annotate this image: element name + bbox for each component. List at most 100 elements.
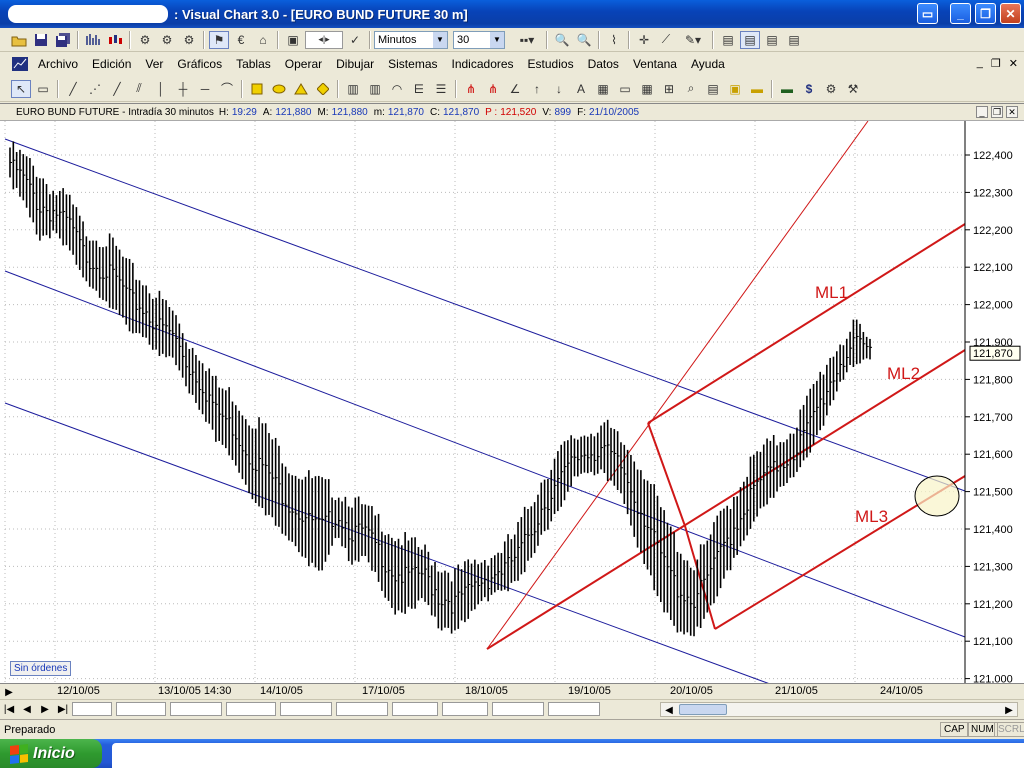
sheet-tab[interactable]: [392, 702, 438, 716]
menu-ver[interactable]: Ver: [145, 57, 163, 71]
menu-edicion[interactable]: Edición: [92, 57, 131, 71]
euro-icon[interactable]: €: [231, 31, 251, 49]
prev-sheet-icon[interactable]: ◀: [20, 702, 34, 716]
layout-icon-1[interactable]: ▤: [718, 31, 738, 49]
price-chart[interactable]: 122,400122,300122,200122,100122,000121,9…: [0, 121, 1024, 684]
trendline-icon[interactable]: ╱: [63, 80, 83, 98]
scrollbar-thumb[interactable]: [679, 704, 727, 715]
curve-icon[interactable]: ⌒: [217, 80, 237, 98]
scroll-left-icon[interactable]: ▶: [2, 685, 16, 699]
layout-icon-4[interactable]: ▤: [784, 31, 804, 49]
first-sheet-icon[interactable]: |◀: [2, 702, 16, 716]
timeframe-select[interactable]: Minutos ▼: [374, 30, 448, 49]
horizontal-scrollbar[interactable]: ◀ ▶: [660, 702, 1018, 717]
menu-dibujar[interactable]: Dibujar: [336, 57, 374, 71]
dollar-icon[interactable]: $: [799, 80, 819, 98]
tools-icon-1[interactable]: ⚙: [135, 31, 155, 49]
zoom-region-icon[interactable]: ⊞: [659, 80, 679, 98]
angle-icon[interactable]: ∠: [505, 80, 525, 98]
ellipse-icon[interactable]: [269, 80, 289, 98]
channel-icon-2[interactable]: ▥: [365, 80, 385, 98]
cross-line-icon[interactable]: ┼: [173, 80, 193, 98]
menu-estudios[interactable]: Estudios: [528, 57, 574, 71]
dotted-line-icon[interactable]: ⋰: [85, 80, 105, 98]
track-icon[interactable]: ✓: [345, 31, 365, 49]
orders-badge[interactable]: Sin órdenes: [10, 661, 72, 676]
interval-select[interactable]: 30 ▼: [453, 30, 505, 49]
vertical-line-icon[interactable]: │: [151, 80, 171, 98]
arrow-up-icon[interactable]: ↑: [527, 80, 547, 98]
close-button[interactable]: ✕: [1000, 3, 1021, 24]
ray-icon[interactable]: ╱: [107, 80, 127, 98]
chart-restore-button[interactable]: ❐: [991, 106, 1003, 118]
scroll-left-arrow-icon[interactable]: ◀: [662, 703, 676, 717]
mdi-minimize-button[interactable]: _: [977, 57, 983, 70]
gann-icon[interactable]: ▦: [593, 80, 613, 98]
mdi-close-button[interactable]: ✕: [1009, 57, 1018, 70]
parallel-icon[interactable]: ⫽: [129, 80, 149, 98]
sticky-icon[interactable]: ▣: [725, 80, 745, 98]
open-folder-icon[interactable]: [9, 31, 29, 49]
scroll-right-arrow-icon[interactable]: ▶: [1002, 703, 1016, 717]
restore-outer-icon[interactable]: ▭: [917, 3, 938, 24]
channel-icon-1[interactable]: ▥: [343, 80, 363, 98]
sheet-tab[interactable]: [170, 702, 222, 716]
rectangle-icon[interactable]: [247, 80, 267, 98]
magnifier-icon[interactable]: ⌕: [681, 80, 701, 98]
chart-style-icon[interactable]: ▪▪▾: [512, 31, 542, 49]
menu-indicadores[interactable]: Indicadores: [452, 57, 514, 71]
sheet-tab[interactable]: [72, 702, 112, 716]
pitchfork-2-icon[interactable]: ⋔: [483, 80, 503, 98]
sheet-tab[interactable]: [226, 702, 276, 716]
candles-chart-icon[interactable]: [105, 31, 125, 49]
chart-close-button[interactable]: ✕: [1006, 106, 1018, 118]
menu-tablas[interactable]: Tablas: [236, 57, 271, 71]
menu-graficos[interactable]: Gráficos: [177, 57, 222, 71]
scroll-left-icon[interactable]: ◂|▸: [305, 30, 343, 49]
crosshair-icon[interactable]: ✛: [634, 31, 654, 49]
money-chart-icon[interactable]: ▬: [777, 80, 797, 98]
menu-datos[interactable]: Datos: [588, 57, 619, 71]
sheet-tab[interactable]: [280, 702, 332, 716]
menu-archivo[interactable]: Archivo: [38, 57, 78, 71]
last-sheet-icon[interactable]: ▶|: [56, 702, 70, 716]
sheet-tab[interactable]: [548, 702, 600, 716]
select-rect-icon[interactable]: ▭: [33, 80, 53, 98]
note-icon[interactable]: ▤: [703, 80, 723, 98]
zoom-out-icon[interactable]: 🔍: [552, 31, 572, 49]
sheet-tab[interactable]: [116, 702, 166, 716]
tools-icon-3[interactable]: ⚙: [179, 31, 199, 49]
line-tool-icon[interactable]: ⟋: [656, 31, 676, 49]
save-icon[interactable]: [31, 31, 51, 49]
menu-sistemas[interactable]: Sistemas: [388, 57, 437, 71]
settings-icon[interactable]: ⚙: [821, 80, 841, 98]
triangle-icon[interactable]: [291, 80, 311, 98]
tools-icon-2[interactable]: ⚙: [157, 31, 177, 49]
fibonacci-retracement-icon[interactable]: ☰: [431, 80, 451, 98]
tools-icon[interactable]: ⚒: [843, 80, 863, 98]
menu-ayuda[interactable]: Ayuda: [691, 57, 725, 71]
maximize-button[interactable]: ❐: [975, 3, 996, 24]
portfolio-icon[interactable]: ⚑: [209, 30, 229, 49]
text-tool-icon[interactable]: A: [571, 80, 591, 98]
home-icon[interactable]: ⌂: [253, 31, 273, 49]
sheet-tab[interactable]: [492, 702, 544, 716]
calendar-icon[interactable]: ▦: [637, 80, 657, 98]
arrow-down-icon[interactable]: ↓: [549, 80, 569, 98]
indicator-icon[interactable]: ⌇: [604, 31, 624, 49]
pointer-icon[interactable]: ↖: [11, 79, 31, 98]
bar-chart-icon[interactable]: [83, 31, 103, 49]
mdi-restore-button[interactable]: ❐: [991, 57, 1001, 70]
zoom-in-icon[interactable]: 🔍: [574, 31, 594, 49]
start-button[interactable]: Inicio: [0, 739, 102, 768]
menu-ventana[interactable]: Ventana: [633, 57, 677, 71]
next-sheet-icon[interactable]: ▶: [38, 702, 52, 716]
diamond-icon[interactable]: [313, 80, 333, 98]
save-all-icon[interactable]: [53, 31, 73, 49]
sheet-tab[interactable]: [442, 702, 488, 716]
app-chart-icon[interactable]: [10, 55, 30, 73]
fibonacci-fan-icon[interactable]: ⋿: [409, 80, 429, 98]
sheet-tab[interactable]: [336, 702, 388, 716]
horizontal-line-icon[interactable]: ─: [195, 80, 215, 98]
fibonacci-arc-icon[interactable]: ◠: [387, 80, 407, 98]
